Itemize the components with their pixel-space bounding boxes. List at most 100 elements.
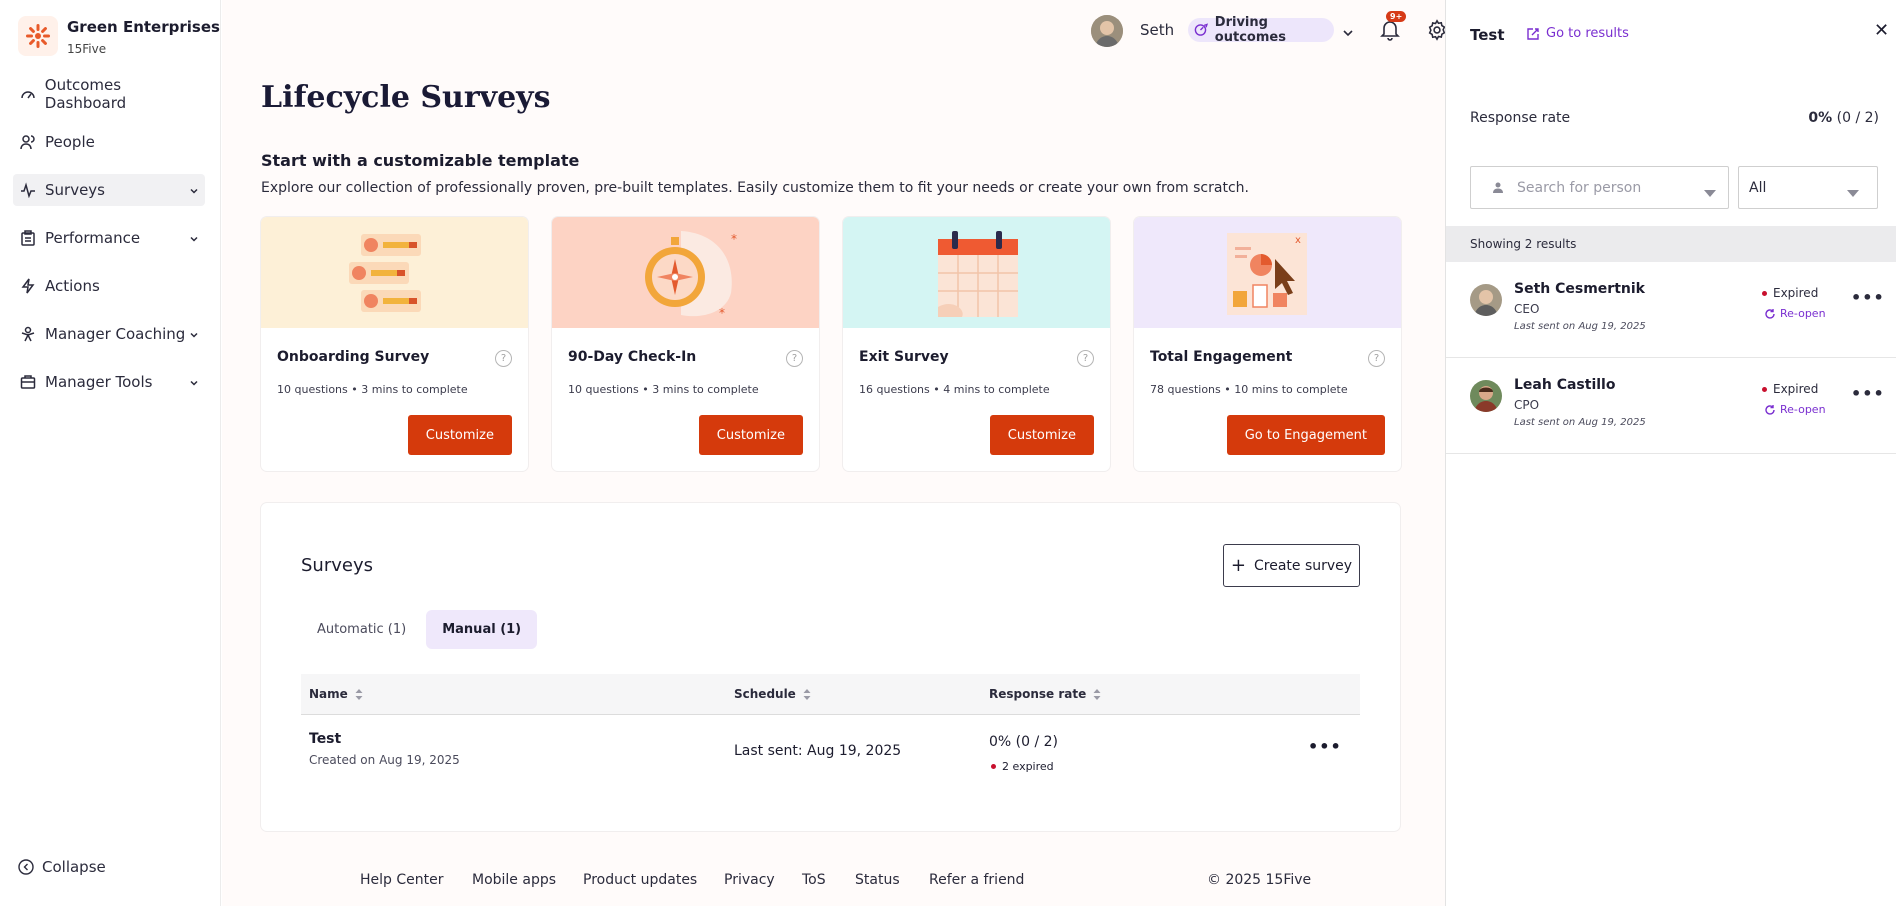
plus-icon: + [1230,555,1246,576]
column-header-schedule[interactable]: Schedule [734,687,811,701]
template-card-title: Exit Survey [859,349,949,365]
column-header-name[interactable]: Name [309,687,363,701]
template-card-meta: 16 questions • 4 mins to complete [859,383,1050,396]
svg-text:x: x [1295,235,1301,246]
filter-value: All [1749,179,1767,196]
tab-manual[interactable]: Manual (1) [426,610,538,649]
sort-icon [803,688,811,700]
footer-link-tos[interactable]: ToS [802,872,826,888]
sidebar-item-people[interactable]: People [13,126,205,158]
help-icon[interactable]: ? [1077,350,1094,367]
help-icon[interactable]: ? [1368,350,1385,367]
close-icon[interactable]: ✕ [1874,20,1889,41]
outcomes-icon [1194,23,1209,36]
sidebar-item-label: Manager Coaching [45,325,186,343]
reopen-button[interactable]: Re-open [1764,403,1826,416]
person-role: CPO [1514,398,1540,412]
status-badge: Expired [1762,286,1818,300]
footer-link-privacy[interactable]: Privacy [724,872,775,888]
status-dot [991,764,996,769]
clipboard-icon [19,229,37,247]
footer-link-status[interactable]: Status [855,872,900,888]
sidebar-item-label: Surveys [45,181,105,199]
template-card-title: 90-Day Check-In [568,349,697,365]
sidebar-item-actions[interactable]: Actions [13,270,205,302]
template-card-meta: 78 questions • 10 mins to complete [1150,383,1348,396]
gauge-icon [19,85,37,103]
org-product: 15Five [67,42,107,56]
response-rate-value: 0% (0 / 2) [1808,110,1879,126]
help-icon[interactable]: ? [786,350,803,367]
sidebar-item-label: Outcomes Dashboard [44,76,127,112]
status-dot [1762,386,1767,392]
chevron-down-icon [189,326,199,344]
page-title: Lifecycle Surveys [261,80,551,115]
template-section-title: Start with a customizable template [261,151,580,170]
list-item: Leah Castillo CPO Last sent on Aug 19, 2… [1446,358,1896,454]
sidebar-item-outcomes-dashboard[interactable]: Outcomes Dashboard [13,76,205,112]
chevron-left-circle-icon [18,859,34,875]
person-role: CEO [1514,302,1540,316]
create-survey-button[interactable]: + Create survey [1223,544,1360,587]
collapse-sidebar-button[interactable]: Collapse [18,858,106,876]
sidebar-item-label: People [45,133,95,151]
survey-name[interactable]: Test [309,731,341,747]
more-options-icon[interactable]: ••• [1308,737,1342,756]
survey-detail-drawer: Test Go to results ✕ Response rate 0% (0… [1445,0,1896,906]
toolbox-icon [19,373,37,391]
person-last-sent: Last sent on Aug 19, 2025 [1514,321,1646,332]
status-filter-select[interactable]: All [1738,166,1878,209]
column-header-response-rate[interactable]: Response rate [989,687,1101,701]
external-edit-icon [1527,27,1539,40]
pulse-icon [19,181,37,199]
reopen-button[interactable]: Re-open [1764,307,1826,320]
survey-created: Created on Aug 19, 2025 [309,753,460,767]
survey-schedule: Last sent: Aug 19, 2025 [734,743,902,759]
help-icon[interactable]: ? [495,350,512,367]
sidebar-item-label: Manager Tools [45,373,153,391]
person-name: Seth Cesmertnik [1514,281,1645,297]
chevron-down-icon[interactable] [1342,24,1354,43]
table-header: Name Schedule Response rate [301,674,1360,715]
footer-link-help-center[interactable]: Help Center [360,872,444,888]
footer-link-refer-a-friend[interactable]: Refer a friend [929,872,1024,888]
sidebar-item-label: Actions [45,277,100,295]
go-to-engagement-button[interactable]: Go to Engagement [1226,415,1385,455]
org-switcher[interactable]: Green Enterprises 15Five [18,16,220,56]
search-person-input[interactable]: Search for person [1470,166,1729,209]
list-item: Seth Cesmertnik CEO Last sent on Aug 19,… [1446,262,1896,358]
onboarding-illustration [261,217,528,328]
sidebar-item-manager-tools[interactable]: Manager Tools [13,366,205,398]
sidebar-item-performance[interactable]: Performance [13,222,205,254]
customize-button[interactable]: Customize [989,415,1094,455]
expired-count: 2 expired [991,760,1054,773]
driving-outcomes-chip[interactable]: Driving outcomes [1188,15,1334,45]
footer-copyright: © 2025 15Five [1207,872,1312,888]
more-options-icon[interactable]: ••• [1851,288,1885,307]
sidebar-item-surveys[interactable]: Surveys [13,174,205,206]
refresh-icon [1765,404,1775,415]
user-name[interactable]: Seth [1140,21,1174,39]
calendar-illustration [843,217,1110,328]
engagement-illustration: x [1134,217,1401,328]
caret-down-icon [1704,185,1716,201]
create-survey-label: Create survey [1254,557,1353,574]
footer-link-product-updates[interactable]: Product updates [583,872,697,888]
sort-icon [1093,688,1101,700]
results-count: Showing 2 results [1446,226,1896,262]
customize-button[interactable]: Customize [698,415,803,455]
footer-link-mobile-apps[interactable]: Mobile apps [472,872,556,888]
table-row[interactable]: Test Created on Aug 19, 2025 Last sent: … [301,715,1360,793]
user-avatar[interactable] [1091,15,1123,47]
customize-button[interactable]: Customize [407,415,512,455]
drawer-title: Test [1470,26,1505,44]
tab-automatic[interactable]: Automatic (1) [301,610,422,649]
person-name: Leah Castillo [1514,377,1616,393]
more-options-icon[interactable]: ••• [1851,384,1885,403]
template-section-description: Explore our collection of professionally… [261,180,1249,196]
go-to-results-link[interactable]: Go to results [1526,26,1629,41]
sidebar-item-manager-coaching[interactable]: Manager Coaching [13,318,205,350]
chevron-down-icon [189,374,199,392]
avatar [1470,380,1502,412]
sidebar: Green Enterprises 15Five Outcomes Dashbo… [0,0,221,906]
